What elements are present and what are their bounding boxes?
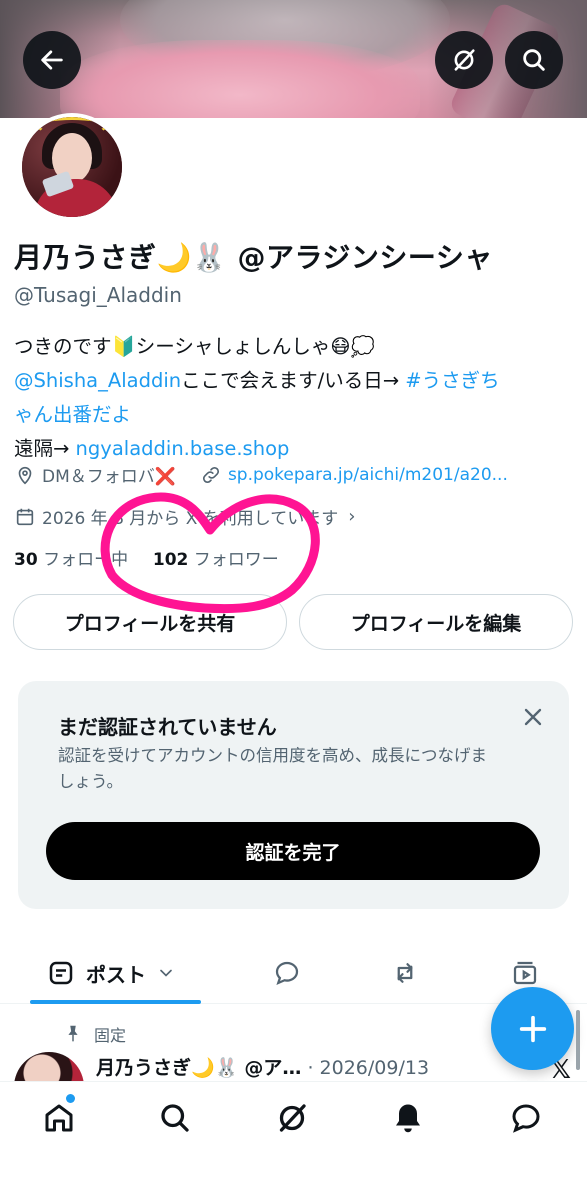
search-icon xyxy=(523,49,545,71)
tab-replies[interactable] xyxy=(272,942,302,1004)
mention-link[interactable]: @Shisha_Aladdin xyxy=(14,369,181,392)
video-icon xyxy=(513,961,537,985)
bio-text: ここで会えます/いる日→ xyxy=(181,369,400,392)
chevron-down-icon xyxy=(160,969,172,977)
location-pin-icon xyxy=(18,466,32,484)
location-text: DM＆フォロバ❌ xyxy=(42,467,176,487)
hashtag-link[interactable]: #うさぎち xyxy=(405,369,499,392)
notification-dot xyxy=(66,1094,75,1103)
followers-label: フォロワー xyxy=(193,550,279,570)
location-row: DM＆フォロバ❌ sp.pokepara.jp/aichi/m201/a20..… xyxy=(14,462,508,487)
bell-icon[interactable] xyxy=(390,1100,426,1136)
bio-line-1: つきのです🔰シーシャしょしんしゃ😷💭 xyxy=(14,335,375,358)
bio-line-3: ゃん出番だよ xyxy=(14,398,574,432)
bio-text-remote: 遠隔→ xyxy=(14,437,70,460)
verification-title: まだ認証されていません xyxy=(58,715,277,739)
profile-avatar[interactable] xyxy=(18,113,126,221)
bottom-navigation xyxy=(0,1081,587,1200)
post-author-suffix: @ア… xyxy=(244,1057,302,1079)
messages-icon[interactable] xyxy=(508,1100,544,1136)
display-name: 月乃うさぎ🌙🐰 @アラジンシーシャ xyxy=(14,241,493,274)
edit-profile-button[interactable]: プロフィールを編集 xyxy=(299,594,573,650)
post-author[interactable]: 月乃うさぎ🌙🐰 xyxy=(96,1057,238,1079)
post-header: 月乃うさぎ🌙🐰 @ア… · 2026/09/13 xyxy=(96,1053,429,1080)
share-profile-button[interactable]: プロフィールを共有 xyxy=(13,594,287,650)
scrollbar[interactable] xyxy=(576,1010,580,1070)
profile-tabs: ポスト xyxy=(0,942,587,1004)
search-button[interactable] xyxy=(505,31,563,89)
calendar-icon xyxy=(16,508,34,525)
compose-button[interactable] xyxy=(491,987,574,1070)
complete-verification-button[interactable]: 認証を完了 xyxy=(46,822,540,880)
user-handle: @Tusagi_Aladdin xyxy=(14,283,182,307)
back-button[interactable] xyxy=(23,31,81,89)
hashtag-link-cont[interactable]: ゃん出番だよ xyxy=(14,403,131,426)
joined-row[interactable]: 2026 年 8 月から X を利用しています › xyxy=(14,504,355,529)
shop-link[interactable]: ngyaladdin.base.shop xyxy=(76,437,290,460)
bio-line-2: @Shisha_Aladdinここで会えます/いる日→ #うさぎち xyxy=(14,364,574,398)
joined-text: 2026 年 8 月から X を利用しています xyxy=(42,509,339,529)
tab-posts[interactable]: ポスト xyxy=(46,942,176,1004)
reply-icon xyxy=(275,961,299,986)
following-link[interactable]: 30 フォロー中 xyxy=(14,550,128,570)
verification-card: まだ認証されていません 認証を受けてアカウントの信用度を高め、成長につなげましょ… xyxy=(18,681,569,909)
bio-line-4: 遠隔→ ngyaladdin.base.shop xyxy=(14,432,574,466)
profile-bio: つきのです🔰シーシャしょしんしゃ😷💭 @Shisha_Aladdinここで会えま… xyxy=(14,330,574,466)
chevron-right-icon: › xyxy=(348,506,356,527)
post-date: · 2026/09/13 xyxy=(307,1057,430,1079)
home-icon[interactable] xyxy=(41,1100,77,1136)
tab-reposts[interactable] xyxy=(390,942,420,1004)
pinned-label-row: 固定 xyxy=(62,1022,126,1046)
website-link[interactable]: sp.pokepara.jp/aichi/m201/a20... xyxy=(228,465,508,485)
verification-description: 認証を受けてアカウントの信用度を高め、成長につなげましょう。 xyxy=(58,746,487,791)
plus-icon xyxy=(519,1015,546,1042)
grok-icon[interactable] xyxy=(274,1100,310,1136)
repost-icon xyxy=(397,963,413,983)
tab-posts-label: ポスト xyxy=(86,962,146,987)
following-count: 30 xyxy=(14,550,38,570)
grok-icon xyxy=(454,49,475,71)
followers-count: 102 xyxy=(152,550,189,570)
following-label: フォロー中 xyxy=(43,550,129,570)
follow-stats: 30 フォロー中 102 フォロワー xyxy=(14,545,279,570)
close-icon[interactable] xyxy=(519,703,547,731)
pin-icon xyxy=(68,1025,78,1042)
tab-indicator xyxy=(30,1000,201,1004)
grok-button[interactable] xyxy=(435,31,493,89)
posts-icon xyxy=(49,961,73,985)
profile-banner[interactable] xyxy=(0,0,587,118)
search-icon[interactable] xyxy=(157,1100,193,1136)
pinned-text: 固定 xyxy=(94,1026,127,1045)
link-icon xyxy=(202,466,219,483)
followers-link[interactable]: 102 フォロワー xyxy=(153,550,279,570)
arrow-left-icon xyxy=(41,50,63,70)
